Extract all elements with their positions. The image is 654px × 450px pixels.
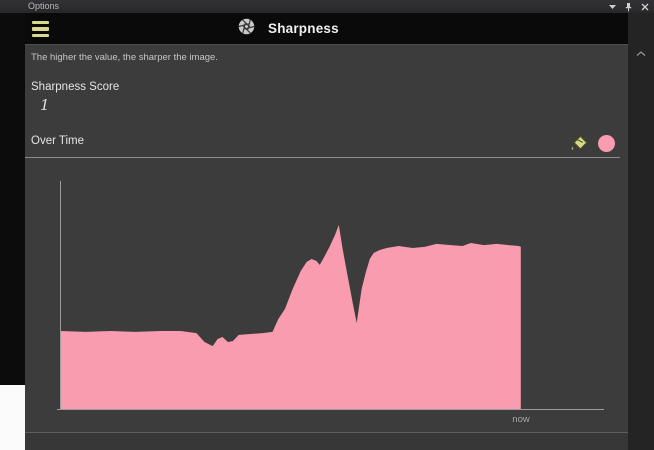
bottom-frame-band — [25, 433, 628, 450]
close-icon[interactable] — [641, 3, 649, 11]
titlebar-controls — [609, 0, 649, 13]
window-menu-chevron-down-icon[interactable] — [609, 5, 616, 9]
header-title-group: Sharpness — [238, 13, 339, 44]
over-time-section-label: Over Time — [31, 135, 84, 147]
description-text: The higher the value, the sharper the im… — [31, 52, 218, 63]
paint-bucket-icon[interactable] — [569, 134, 590, 154]
scrollbar-gutter[interactable] — [628, 13, 654, 450]
page-title: Sharpness — [268, 21, 339, 36]
options-content: The higher the value, the sharper the im… — [25, 44, 628, 433]
aperture-icon — [238, 18, 255, 40]
sharpness-score-value: 1 — [40, 96, 50, 114]
window-title: Options — [28, 0, 59, 13]
hamburger-bar — [32, 34, 49, 37]
sharpness-area-series — [61, 225, 521, 409]
hamburger-bar — [32, 27, 49, 30]
background-app-white-area — [0, 385, 25, 450]
window-titlebar: Options — [0, 0, 654, 13]
hamburger-bar — [32, 21, 49, 24]
over-time-chart: now — [25, 161, 628, 434]
series-color-swatch[interactable] — [598, 135, 615, 152]
hamburger-menu-icon[interactable] — [32, 20, 51, 38]
section-divider — [25, 157, 620, 158]
panel-header: Sharpness — [25, 13, 628, 44]
left-frame-strip — [0, 13, 25, 385]
pin-icon[interactable] — [624, 2, 633, 12]
scroll-up-icon[interactable] — [636, 44, 646, 50]
sharpness-score-label: Sharpness Score — [31, 81, 119, 93]
x-tick-now-label: now — [512, 414, 530, 425]
